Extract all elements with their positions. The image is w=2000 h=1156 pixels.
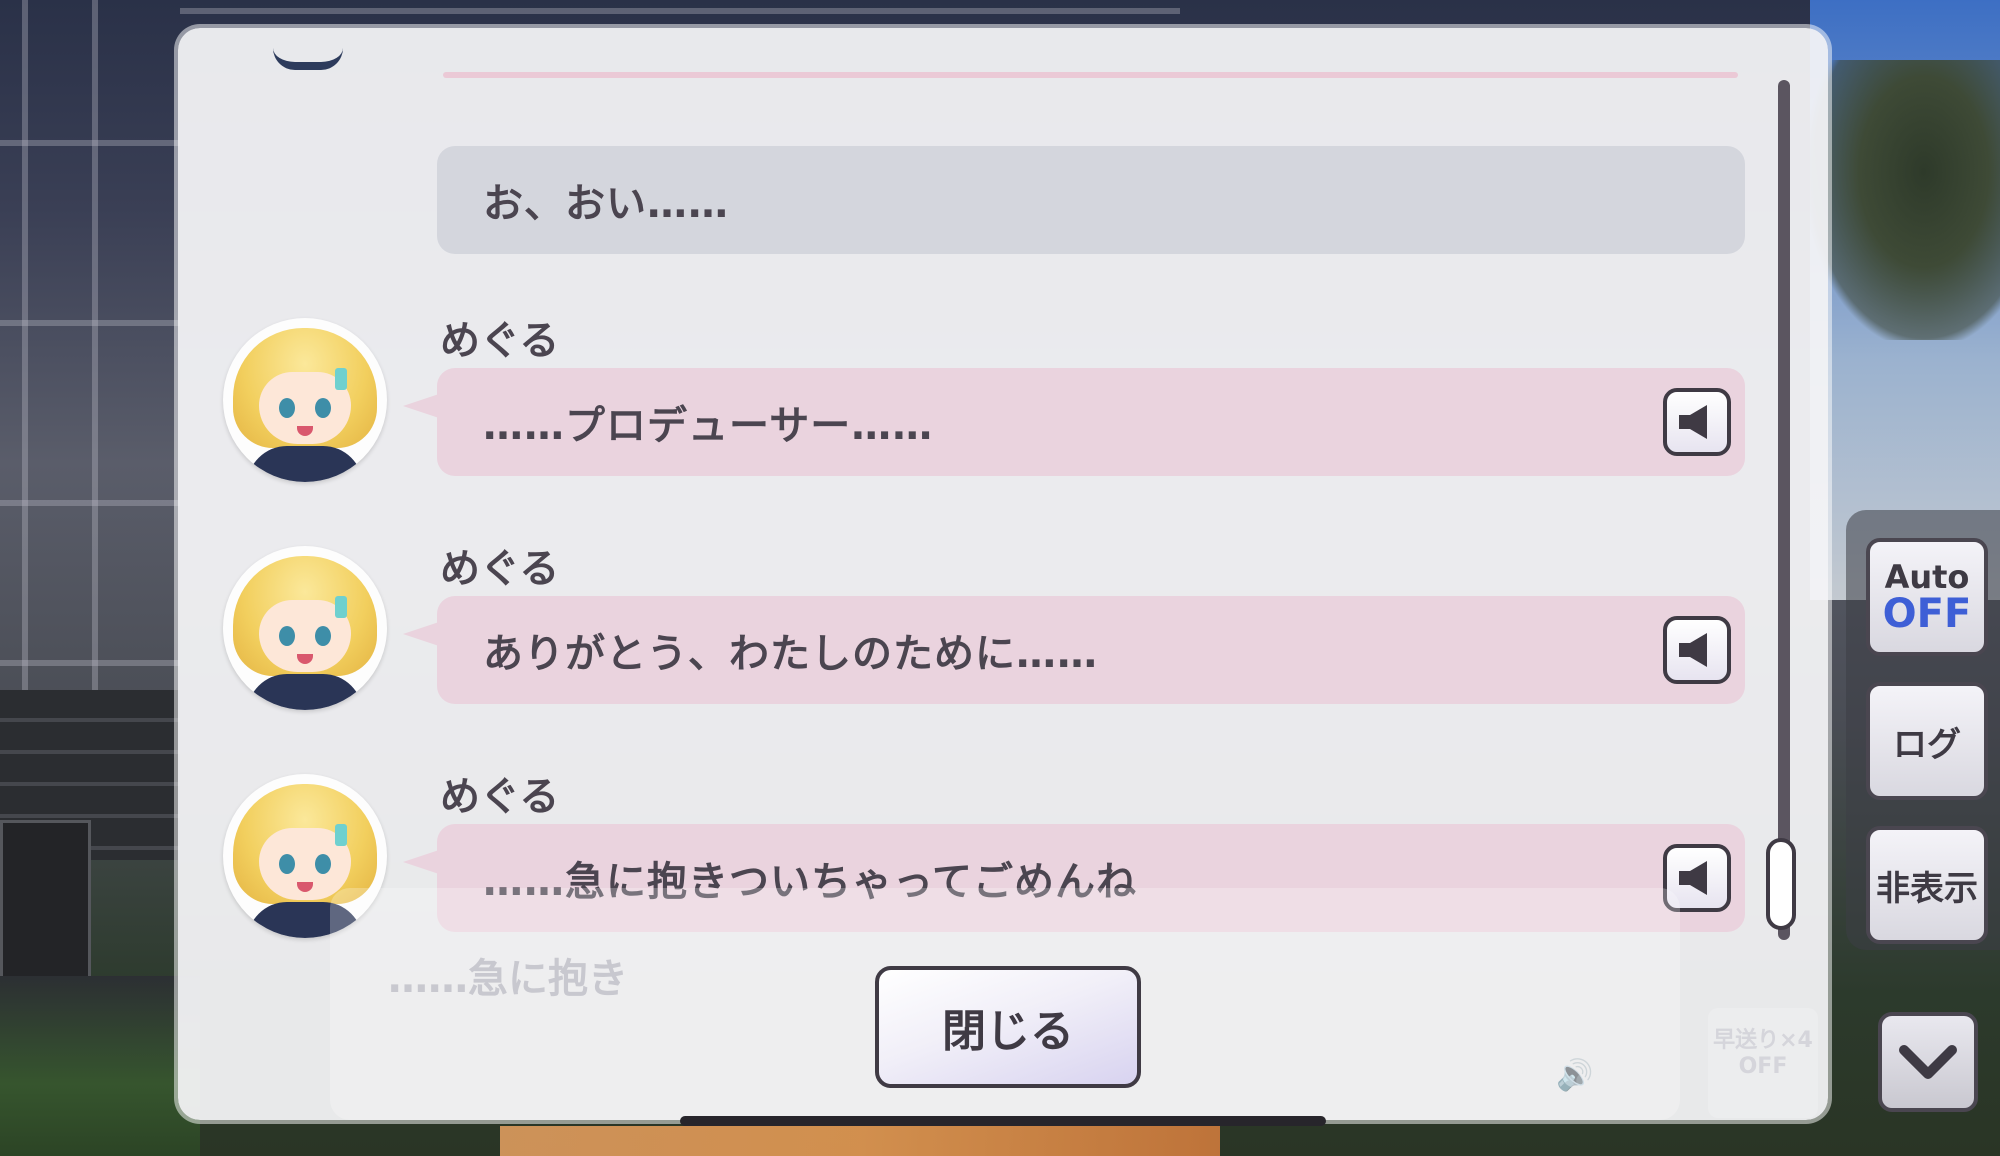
auto-toggle-button[interactable]: Auto OFF [1866, 538, 1988, 656]
hair-clip-icon [335, 824, 347, 846]
speaker-name: めぐる [440, 774, 560, 820]
avatar-eye [315, 626, 331, 646]
log-button[interactable]: ログ [1866, 682, 1988, 800]
backlog-dialog: お、おい…… めぐる ……プロデューサー…… めぐる ありがとう、わたしのために… [178, 28, 1828, 1120]
avatar-partial [273, 48, 343, 70]
log-bubble: ……プロデューサー…… [403, 368, 1745, 476]
speaker-name: めぐる [440, 318, 560, 364]
avatar [223, 546, 387, 710]
scaffold-beam [0, 140, 180, 146]
underlying-text: ……急に抱き [388, 956, 628, 1002]
auto-state: OFF [1882, 591, 1972, 637]
close-button[interactable]: 閉じる [875, 966, 1141, 1088]
avatar-eye [315, 854, 331, 874]
grass-ground [0, 976, 200, 1156]
speaker-icon: 🔊 [1556, 1058, 1594, 1093]
hide-button[interactable]: 非表示 [1866, 826, 1988, 944]
tree-background [1810, 60, 2000, 340]
avatar-eye [279, 854, 295, 874]
log-bubble: ありがとう、わたしのために…… [403, 596, 1745, 704]
avatar-body [247, 446, 363, 482]
hair-clip-icon [335, 368, 347, 390]
fast-forward-ghost-label: 早送り×4 OFF [1713, 1028, 1813, 1079]
voice-replay-button[interactable] [1663, 616, 1731, 684]
scroll-down-button[interactable] [1878, 1012, 1978, 1112]
log-label: ログ [1893, 724, 1961, 765]
fast-forward-ghost: 早送り×4 OFF [1708, 1008, 1818, 1118]
voice-replay-button[interactable] [1663, 388, 1731, 456]
avatar-body [247, 674, 363, 710]
scaffold-beam [0, 320, 180, 326]
scaffold-beam [0, 500, 180, 506]
log-text: ……プロデューサー…… [483, 403, 934, 449]
scrollbar-track[interactable] [1778, 80, 1790, 940]
avatar-eye [279, 398, 295, 418]
dialog-bottom-edge [680, 1116, 1326, 1126]
speaker-icon [1679, 861, 1707, 895]
hair-clip-icon [335, 596, 347, 618]
character-outfit-strip [500, 1126, 1220, 1156]
hide-label: 非表示 [1876, 868, 1978, 909]
scaffold-pole [92, 0, 98, 700]
avatar [223, 318, 387, 482]
avatar-eye [315, 398, 331, 418]
avatar-eye [279, 626, 295, 646]
log-text: ありがとう、わたしのために…… [483, 631, 1098, 677]
scrollbar-thumb[interactable] [1766, 838, 1796, 930]
scaffold-beam [0, 660, 180, 666]
scaffold-beam [180, 8, 1180, 14]
previous-bubble-edge [443, 72, 1738, 78]
speaker-icon [1679, 405, 1707, 439]
log-text: お、おい…… [483, 181, 729, 227]
auto-label: Auto [1884, 558, 1970, 596]
chevron-down-icon [1899, 1045, 1957, 1079]
speaker-icon [1679, 633, 1707, 667]
scaffold-pole [22, 0, 28, 700]
speaker-name: めぐる [440, 546, 560, 592]
log-bubble-self: お、おい…… [437, 146, 1745, 254]
